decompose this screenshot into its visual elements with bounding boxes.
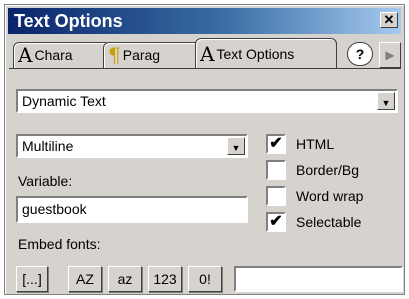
ellipsis-icon: [...] (22, 271, 42, 287)
tab-strip: A Chara ¶ Parag A Text Options ? ▶ (13, 38, 401, 68)
html-label: HTML (296, 136, 335, 152)
border-bg-label: Border/Bg (296, 162, 360, 178)
paragraph-tab-icon: ¶ (108, 43, 121, 67)
tab-scroll-right-button[interactable]: ▶ (379, 42, 401, 68)
variable-value: guestbook (22, 201, 87, 217)
character-tab-icon: A (18, 43, 33, 67)
line-type-value: Multiline (22, 138, 74, 154)
html-checkbox[interactable]: ✔ (266, 134, 286, 154)
numerals-icon: 123 (153, 271, 177, 287)
lowercase-icon: az (117, 271, 133, 287)
line-type-select[interactable]: Multiline ▼ (16, 134, 248, 158)
variable-label: Variable: (18, 173, 73, 189)
checkmark-icon: ✔ (269, 135, 283, 152)
chevron-down-icon: ▼ (231, 143, 241, 153)
text-options-tab-icon: A (200, 42, 215, 66)
text-type-dropdown-button[interactable]: ▼ (377, 92, 395, 110)
tab-label: Text Options (216, 46, 295, 62)
embed-punctuation-button[interactable]: 0! (188, 266, 222, 292)
embed-specify-ranges-button[interactable]: [...] (16, 266, 48, 292)
text-type-value: Dynamic Text (22, 93, 106, 109)
word-wrap-checkbox[interactable] (266, 186, 286, 206)
variable-input[interactable]: guestbook (16, 196, 248, 223)
close-button[interactable]: ✕ (380, 12, 398, 28)
text-options-panel: Text Options ✕ A Chara ¶ Parag A Text Optio… (4, 4, 405, 295)
embed-fonts-label: Embed fonts: (18, 236, 101, 252)
tab-label: Parag (122, 47, 161, 63)
embed-uppercase-button[interactable]: AZ (68, 266, 102, 292)
close-icon: ✕ (383, 12, 395, 27)
checkmark-icon: ✔ (269, 213, 283, 230)
selectable-checkbox[interactable]: ✔ (266, 212, 286, 232)
border-bg-checkbox[interactable] (266, 160, 286, 180)
tab-paragraph[interactable]: ¶ Parag (103, 42, 201, 68)
tab-text-options[interactable]: A Text Options (195, 38, 337, 68)
tab-character[interactable]: A Chara (13, 42, 111, 68)
embed-characters-input[interactable] (234, 266, 403, 292)
help-icon: ? (355, 46, 365, 62)
embed-numerals-button[interactable]: 123 (148, 266, 182, 292)
line-type-dropdown-button[interactable]: ▼ (227, 137, 245, 155)
punctuation-icon: 0! (199, 271, 211, 287)
embed-lowercase-button[interactable]: az (108, 266, 142, 292)
uppercase-icon: AZ (76, 271, 94, 287)
tab-divider (9, 68, 401, 69)
word-wrap-label: Word wrap (296, 188, 364, 204)
window-title: Text Options (14, 11, 123, 31)
title-bar[interactable]: Text Options ✕ (8, 8, 401, 34)
chevron-down-icon: ▼ (381, 98, 391, 108)
text-type-select[interactable]: Dynamic Text ▼ (16, 89, 398, 113)
tab-label: Chara (34, 47, 73, 63)
selectable-label: Selectable (296, 214, 362, 230)
arrow-right-icon: ▶ (385, 48, 395, 62)
help-button[interactable]: ? (347, 42, 373, 66)
